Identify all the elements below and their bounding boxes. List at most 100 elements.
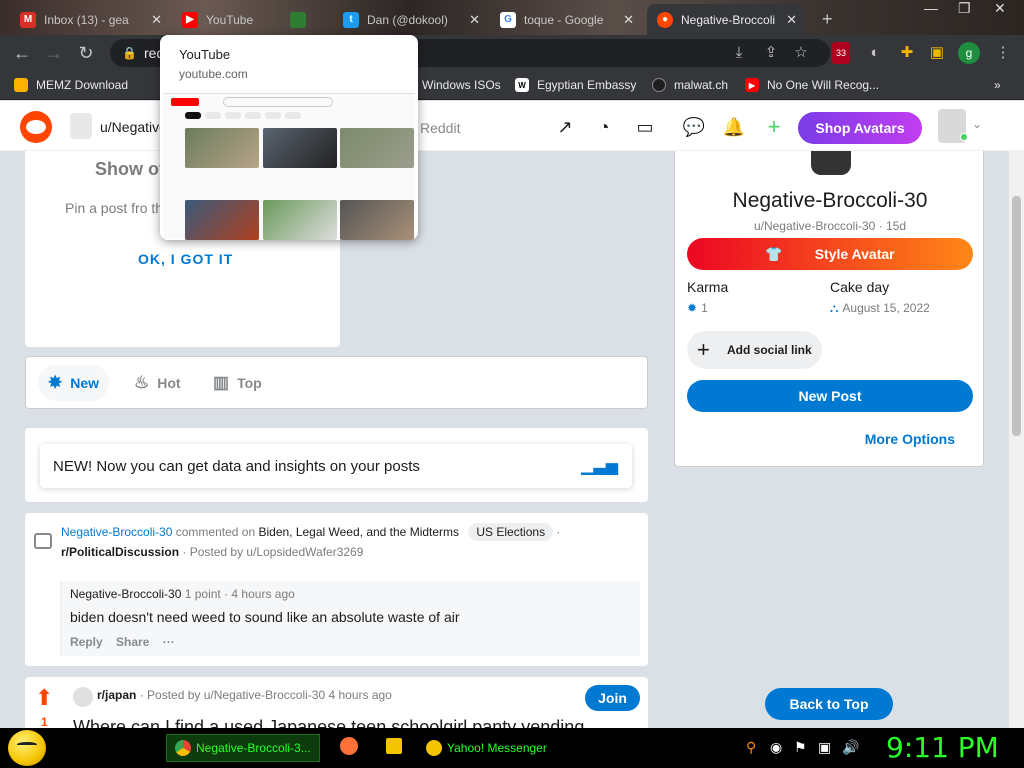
flag-icon[interactable]: ⚑	[794, 739, 807, 756]
reddit-logo-icon[interactable]	[20, 111, 52, 143]
tab-reddit[interactable]: ● Negative-Broccoli ✕	[647, 4, 805, 35]
bookmarks-overflow-button[interactable]: »	[994, 76, 1001, 94]
page-scrollbar[interactable]	[1009, 151, 1024, 728]
reply-button[interactable]: Reply	[70, 635, 103, 649]
more-options-icon[interactable]: ···	[163, 635, 175, 649]
bookmark-no-one-will-recog[interactable]: ▶ No One Will Recog...	[745, 76, 879, 94]
profile-avatar[interactable]: g	[958, 42, 980, 64]
comment-activity-card[interactable]: Negative-Broccoli-30 commented on Biden,…	[25, 513, 648, 666]
comment-post-title[interactable]: Biden, Legal Weed, and the Midterms	[258, 525, 459, 539]
scrollbar-thumb[interactable]	[1012, 196, 1021, 436]
reply-author[interactable]: Negative-Broccoli-30	[70, 587, 181, 601]
reload-icon[interactable]: ↻	[74, 41, 98, 65]
lock-icon: 🔒	[122, 46, 137, 60]
video-icon[interactable]: ▭	[633, 115, 657, 139]
download-icon[interactable]: ⤓	[728, 42, 750, 64]
ublock-icon[interactable]: 33	[832, 42, 850, 64]
post-flair: US Elections	[468, 523, 554, 541]
new-tab-button[interactable]: +	[812, 4, 842, 35]
online-status-dot	[960, 133, 968, 141]
overflow-label: »	[994, 78, 1001, 92]
subreddit-link[interactable]: r/PoliticalDiscussion	[61, 545, 179, 559]
join-button[interactable]: Join	[585, 685, 640, 711]
video-thumbnail	[263, 128, 337, 168]
close-icon[interactable]: ✕	[623, 12, 634, 28]
minimize-icon[interactable]: —	[924, 0, 938, 16]
bookmark-label: Egyptian Embassy	[537, 78, 637, 92]
new-post-button[interactable]: New Post	[687, 380, 973, 412]
network-icon[interactable]: ▣	[818, 739, 831, 756]
tab-twitter[interactable]: t Dan (@dokool) ✕	[333, 4, 488, 35]
bookmark-label: MEMZ Download	[36, 78, 129, 92]
tab-youtube[interactable]: ▶ YouTube	[172, 4, 282, 35]
extensions-puzzle-icon[interactable]: ✚	[896, 42, 918, 64]
close-icon[interactable]: ✕	[151, 12, 162, 28]
folder-icon[interactable]	[386, 738, 402, 754]
chip-thumbnail	[205, 112, 221, 119]
community-avatar	[70, 113, 92, 139]
create-post-plus-icon[interactable]: +	[762, 115, 786, 139]
sort-top[interactable]: ▥ Top	[203, 365, 272, 401]
sort-hot[interactable]: ♨ Hot	[124, 365, 191, 401]
restore-icon[interactable]: ❐	[958, 0, 971, 17]
firefox-icon[interactable]	[340, 737, 358, 755]
chip-thumbnail	[185, 112, 201, 119]
notification-bell-icon[interactable]: 🔔	[722, 115, 746, 139]
search-magnifier-icon[interactable]: ⚲	[746, 739, 756, 756]
stats-icon[interactable]: ◔	[592, 115, 616, 139]
bookmark-star-icon[interactable]: ☆	[790, 42, 812, 64]
video-thumbnail	[340, 128, 414, 168]
header-username[interactable]: u/Negative	[100, 119, 167, 135]
tab-gmail[interactable]: M Inbox (13) - gea ✕	[10, 4, 170, 35]
sidepanel-icon[interactable]: ▣	[926, 42, 948, 64]
bookmark-memz[interactable]: MEMZ Download	[14, 76, 128, 94]
taskbar-clock[interactable]: 9:11 PM	[886, 731, 999, 764]
search-input[interactable]: Reddit	[410, 113, 540, 143]
bookmark-malwatch[interactable]: malwat.ch	[652, 76, 728, 94]
comment-author-link[interactable]: Negative-Broccoli-30	[61, 525, 172, 539]
add-social-link-button[interactable]: + Add social link	[687, 331, 822, 369]
tab-label: toque - Google	[524, 12, 604, 27]
window-close-icon[interactable]: ✕	[994, 0, 1006, 17]
popular-arrow-icon[interactable]: ↗	[553, 115, 577, 139]
sort-label: New	[70, 375, 100, 391]
style-avatar-button[interactable]: 👕 Style Avatar	[687, 238, 973, 270]
post-card[interactable]: ⬆ 1 r/japan · Posted by u/Negative-Brocc…	[25, 677, 648, 728]
bookmark-egyptian-embassy[interactable]: W Egyptian Embassy	[515, 76, 636, 94]
comment-meta: Negative-Broccoli-30 1 point · 4 hours a…	[70, 587, 295, 601]
close-icon[interactable]: ✕	[786, 12, 797, 28]
tab-google[interactable]: G toque - Google ✕	[490, 4, 642, 35]
tray-app-icon[interactable]: ◉	[770, 739, 782, 756]
forward-icon[interactable]: →	[42, 41, 66, 65]
sort-label: Hot	[157, 375, 181, 391]
close-icon[interactable]: ✕	[469, 12, 480, 28]
share-button[interactable]: Share	[116, 635, 149, 649]
post-subreddit-link[interactable]: r/japan	[97, 688, 136, 702]
kebab-menu-icon[interactable]: ⋮	[992, 42, 1014, 64]
flag-extension-icon[interactable]: ◐	[864, 42, 886, 64]
post-title[interactable]: Where can I find a used Japanese teen sc…	[73, 717, 584, 728]
profile-subtitle: u/Negative-Broccoli-30 · 15d	[753, 219, 907, 233]
volume-icon[interactable]: 🔊	[842, 739, 859, 756]
ok-got-it-button[interactable]: OK, I GOT IT	[138, 251, 233, 267]
insights-banner[interactable]: NEW! Now you can get data and insights o…	[40, 444, 632, 488]
back-icon[interactable]: ←	[10, 41, 34, 65]
user-avatar[interactable]	[938, 109, 968, 143]
chat-icon[interactable]: 💬	[682, 115, 706, 139]
tab-unnamed[interactable]	[280, 4, 330, 35]
chip-thumbnail	[285, 112, 301, 119]
back-to-top-button[interactable]: Back to Top	[765, 688, 893, 720]
sort-bar: ✸ New ♨ Hot ▥ Top	[25, 356, 648, 409]
reddit-header: u/Negative Reddit ↗ ◔ ▭ 💬 🔔 + Shop Avata…	[0, 101, 1024, 151]
start-button-smiley-icon[interactable]	[8, 730, 46, 766]
sort-new[interactable]: ✸ New	[38, 365, 110, 401]
bookmarks-bar: MEMZ Download Windows ISOs W Egyptian Em…	[0, 70, 1024, 100]
more-options-link[interactable]: More Options	[865, 431, 955, 447]
shop-avatars-button[interactable]: Shop Avatars	[798, 112, 922, 144]
taskbar-chrome-task[interactable]: Negative-Broccoli-3...	[166, 734, 320, 762]
chip-thumbnail	[265, 112, 281, 119]
upvote-arrow-icon[interactable]: ⬆	[35, 685, 53, 711]
taskbar-yahoo-messenger-task[interactable]: Yahoo! Messenger	[418, 734, 576, 762]
chevron-down-icon[interactable]: ⌄	[972, 117, 982, 131]
share-icon[interactable]: ⇪	[760, 42, 782, 64]
